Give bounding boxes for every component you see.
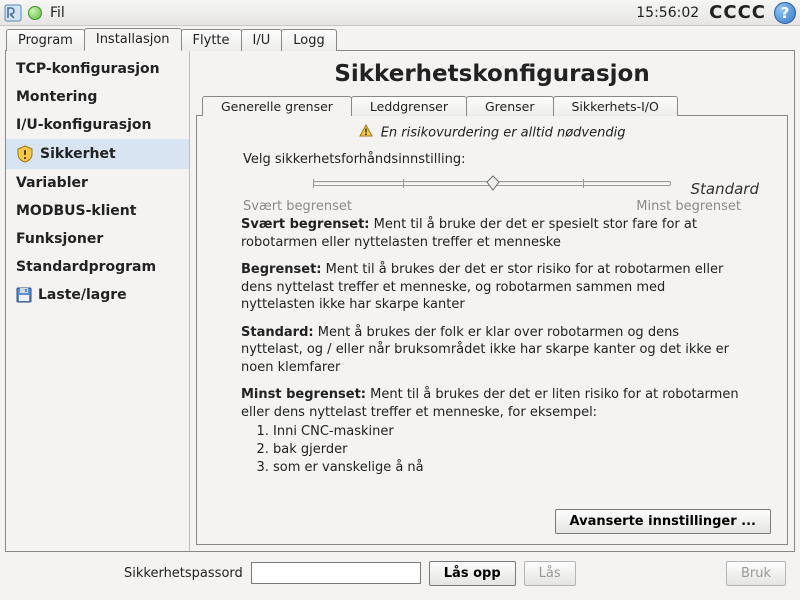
general-limits-panel: En risikovurdering er alltid nødvendig V… [196, 115, 788, 545]
advanced-settings-button[interactable]: Avanserte innstillinger ... [555, 509, 772, 534]
page-title: Sikkerhetskonfigurasjon [196, 61, 788, 87]
app-logo-icon [4, 4, 22, 22]
sidebar: TCP-konfigurasjon Montering I/U-konfigur… [6, 51, 190, 551]
tab-log[interactable]: Logg [281, 29, 336, 51]
password-label: Sikkerhetspassord [124, 566, 243, 581]
slider-max-label: Minst begrenset [636, 199, 741, 214]
unlock-button[interactable]: Lås opp [429, 561, 516, 586]
main-pane: Sikkerhetskonfigurasjon Generelle grense… [190, 51, 794, 551]
subtab-joint-limits[interactable]: Leddgrenser [351, 96, 467, 116]
file-menu[interactable]: Fil [50, 5, 65, 21]
risk-notice: En risikovurdering er alltid nødvendig [213, 124, 771, 142]
slider-thumb-icon[interactable] [484, 174, 502, 192]
menubar: Fil 15:56:02 CCCC ? [0, 0, 800, 26]
subtab-general-limits[interactable]: Generelle grenser [202, 96, 352, 116]
warning-triangle-icon [359, 124, 373, 142]
help-icon[interactable]: ? [774, 2, 796, 24]
sidebar-item-variables[interactable]: Variabler [6, 169, 189, 197]
lock-button[interactable]: Lås [524, 561, 576, 586]
clock: 15:56:02 [636, 5, 699, 21]
preset-prompt: Velg sikkerhetsforhåndsinnstilling: [243, 152, 771, 167]
top-tabstrip: Program Installasjon Flytte I/U Logg [0, 26, 800, 50]
tab-program[interactable]: Program [6, 29, 85, 51]
apply-button[interactable]: Bruk [726, 561, 786, 586]
sidebar-item-features[interactable]: Funksjoner [6, 225, 189, 253]
sidebar-item-load-save[interactable]: Laste/lagre [6, 281, 189, 309]
subtab-boundaries[interactable]: Grenser [466, 96, 554, 116]
globe-icon[interactable] [28, 6, 42, 20]
least-restricted-examples: Inni CNC-maskiner bak gjerder som er van… [273, 423, 743, 476]
footer: Sikkerhetspassord Lås opp Lås Bruk [0, 552, 800, 594]
sidebar-item-default-program[interactable]: Standardprogram [6, 253, 189, 281]
preset-slider-block: Svært begrenset Minst begrenset [243, 173, 741, 214]
safety-subtabs: Generelle grenser Leddgrenser Grenser Si… [196, 95, 788, 115]
floppy-disk-icon [16, 287, 32, 303]
tab-io[interactable]: I/U [241, 29, 283, 51]
sidebar-item-io-config[interactable]: I/U-konfigurasjon [6, 111, 189, 139]
sidebar-item-tcp[interactable]: TCP-konfigurasjon [6, 55, 189, 83]
shield-warning-icon [16, 145, 34, 163]
subtab-safety-io[interactable]: Sikkerhets-I/O [553, 96, 678, 116]
preset-slider[interactable] [243, 173, 741, 197]
preset-descriptions: Svært begrenset: Ment til å bruke der de… [241, 216, 743, 476]
tab-move[interactable]: Flytte [181, 29, 242, 51]
safety-password-input[interactable] [251, 562, 421, 584]
tab-body: TCP-konfigurasjon Montering I/U-konfigur… [5, 50, 795, 552]
sidebar-item-safety[interactable]: Sikkerhet [6, 139, 189, 169]
tab-installation[interactable]: Installasjon [84, 28, 182, 51]
sidebar-item-modbus[interactable]: MODBUS-klient [6, 197, 189, 225]
slider-min-label: Svært begrenset [243, 199, 352, 214]
status-indicator: CCCC [709, 2, 766, 23]
sidebar-item-mounting[interactable]: Montering [6, 83, 189, 111]
